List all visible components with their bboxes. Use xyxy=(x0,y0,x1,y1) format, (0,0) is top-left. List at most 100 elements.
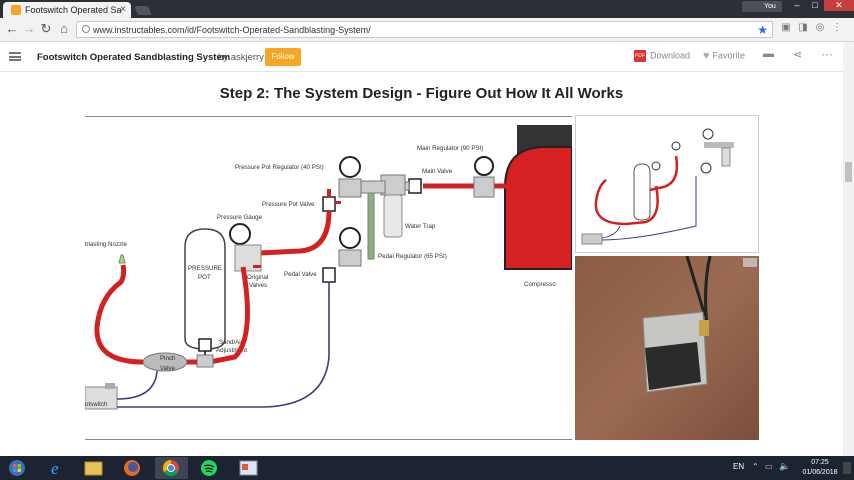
pedal-regulator-gauge xyxy=(339,227,361,249)
pressure-pot-label-2: POT xyxy=(198,274,211,281)
paint-icon[interactable] xyxy=(232,457,265,479)
thumbnail-svg xyxy=(581,128,734,245)
pedal-valve-label: Pedal Valve xyxy=(284,271,317,278)
browser-tab[interactable]: Footswitch Operated Sa × xyxy=(3,2,131,18)
ie-icon[interactable]: e xyxy=(42,457,75,479)
favorite-label: Favorite xyxy=(712,50,746,61)
clock-time: 07:25 xyxy=(811,459,829,466)
green-pipe xyxy=(367,192,375,260)
pinch-control-line xyxy=(116,370,158,400)
thumb-footswitch xyxy=(581,233,603,245)
thumb-manifold xyxy=(704,142,734,148)
original-valves-label-1: Original xyxy=(247,274,268,281)
tab-close-icon[interactable]: × xyxy=(120,4,126,15)
home-icon[interactable]: ⌂ xyxy=(56,21,72,37)
original-valves-label-2: Valves xyxy=(249,282,267,289)
main-regulator-label: Main Regulator (90 PSI) xyxy=(417,145,483,152)
file-explorer-icon[interactable] xyxy=(77,457,110,479)
compressor-tank xyxy=(504,146,572,270)
author-link[interactable]: askjerry xyxy=(231,52,264,63)
chrome-icon[interactable] xyxy=(155,457,188,479)
instructables-favicon-icon xyxy=(11,5,21,15)
svg-text:e: e xyxy=(51,459,59,478)
footswitch-photo[interactable] xyxy=(575,256,759,440)
maximize-icon[interactable]: □ xyxy=(806,0,824,11)
thumb-water-trap xyxy=(721,147,731,167)
compressor-label: Compresso xyxy=(524,281,556,288)
expand-icon[interactable] xyxy=(743,258,757,267)
screen: Footswitch Operated Sa × You – □ ✕ ← → ↻… xyxy=(0,0,854,480)
tee-fitting xyxy=(196,354,214,368)
pressure-gauge xyxy=(229,223,251,245)
footswitch-label: otswitch xyxy=(85,401,108,408)
tab-title: Footswitch Operated Sa xyxy=(25,5,122,15)
new-tab-button[interactable] xyxy=(134,6,152,15)
language-indicator[interactable]: EN xyxy=(733,462,744,471)
pinch-valve-label-1: Pinch xyxy=(160,355,176,362)
byline: by askjerry xyxy=(218,52,264,63)
start-button[interactable] xyxy=(2,457,32,479)
comments-icon[interactable]: ▬ xyxy=(763,48,774,60)
info-icon[interactable] xyxy=(82,25,90,33)
address-bar[interactable]: www.instructables.com/id/Footswitch-Oper… xyxy=(76,21,773,38)
water-trap-bowl xyxy=(383,194,403,238)
diagram-thumbnail[interactable] xyxy=(575,115,759,253)
notification-icon[interactable] xyxy=(843,462,851,474)
more-icon[interactable]: ··· xyxy=(821,47,833,61)
network-icon[interactable]: ▭ xyxy=(765,462,775,472)
download-button[interactable]: PDF Download xyxy=(634,50,690,62)
pressure-pot-valve xyxy=(322,196,336,212)
spotify-icon[interactable] xyxy=(193,457,226,479)
favorite-button[interactable]: ♥ Favorite xyxy=(703,50,745,62)
page-scrollbar[interactable] xyxy=(843,42,854,456)
thumb-line xyxy=(601,225,621,239)
pressure-pot-label-1: PRESSURE xyxy=(188,265,222,272)
profile-button[interactable]: You xyxy=(742,1,782,12)
thumb-pot xyxy=(633,163,651,221)
page-title[interactable]: Footswitch Operated Sandblasting System xyxy=(37,52,230,63)
thumb-gauge xyxy=(651,161,661,171)
browser-tab-strip: Footswitch Operated Sa × You – □ ✕ xyxy=(0,0,854,18)
thumb-gauge xyxy=(702,128,714,140)
bookmark-star-icon[interactable]: ★ xyxy=(757,23,768,37)
profile-label: You xyxy=(764,3,776,10)
clock[interactable]: 07:25 01/06/2018 xyxy=(800,458,840,478)
by-label: by xyxy=(218,52,229,63)
thumb-gauge xyxy=(671,141,681,151)
forward-icon[interactable]: → xyxy=(21,21,37,37)
follow-button[interactable]: Follow xyxy=(265,48,301,66)
hamburger-menu-icon[interactable] xyxy=(9,52,21,61)
menu-icon[interactable]: ⋮ xyxy=(831,22,843,35)
extension-icon[interactable]: ◎ xyxy=(814,22,826,35)
main-valve xyxy=(408,178,422,194)
pedal-valve xyxy=(322,267,336,283)
minimize-icon[interactable]: – xyxy=(788,0,806,11)
firefox-icon[interactable] xyxy=(116,457,149,479)
scrollbar-thumb[interactable] xyxy=(845,162,852,182)
pedal-regulator-body xyxy=(338,249,362,267)
main-valve-label: Main Valve xyxy=(422,168,453,175)
share-icon[interactable]: ⋖ xyxy=(793,48,802,61)
system-diagram[interactable]: Compresso Main Regulator (90 PSI) Main V… xyxy=(85,116,572,440)
brass-fitting xyxy=(699,320,709,336)
pedal-regulator-label: Pedal Regulator (65 PSI) xyxy=(378,253,447,260)
clock-date: 01/06/2018 xyxy=(802,469,838,476)
back-icon[interactable]: ← xyxy=(4,21,20,37)
heart-icon: ♥ xyxy=(703,50,710,62)
tray-up-arrow-icon[interactable]: ⌃ xyxy=(752,462,762,472)
extension-icon[interactable]: ◨ xyxy=(797,22,809,35)
pressure-pot-valve-label: Pressure Pot Valve xyxy=(262,201,315,208)
windows-taskbar: e EN ⌃ ▭ 🔈 07:25 01/06/2018 xyxy=(0,456,854,480)
site-header: Footswitch Operated Sandblasting System … xyxy=(0,42,843,72)
manifold xyxy=(360,180,386,194)
reload-icon[interactable]: ↻ xyxy=(38,21,54,37)
browser-toolbar: ← → ↻ ⌂ www.instructables.com/id/Footswi… xyxy=(0,18,854,42)
extension-icon[interactable]: ▣ xyxy=(780,22,792,35)
pdf-icon: PDF xyxy=(634,50,646,62)
valve-handle xyxy=(253,265,261,268)
main-regulator-gauge xyxy=(474,156,494,176)
volume-icon[interactable]: 🔈 xyxy=(779,461,791,471)
close-window-icon[interactable]: ✕ xyxy=(824,0,854,11)
main-regulator-body xyxy=(473,176,495,198)
blast-hose xyxy=(94,264,144,365)
